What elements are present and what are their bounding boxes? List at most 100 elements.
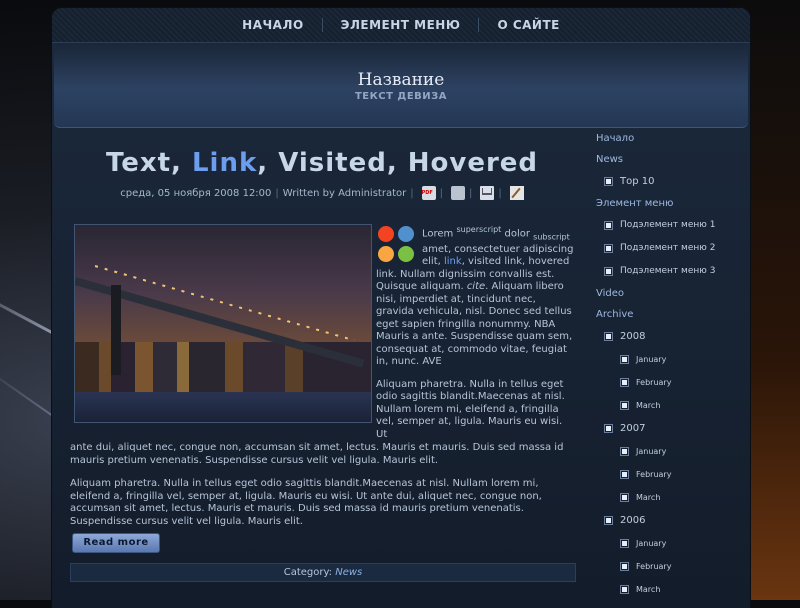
bullet-icon	[620, 585, 629, 594]
title-link[interactable]: Link	[192, 148, 257, 178]
title-text: Text,	[105, 148, 192, 178]
edit-icon[interactable]	[509, 186, 524, 200]
archive-month[interactable]: March	[596, 578, 746, 601]
meta-divider: |	[498, 187, 502, 199]
month-label: January	[636, 539, 667, 548]
intro-text: Lorem	[422, 228, 457, 240]
sidebar-item-sub2[interactable]: Подэлемент меню 2	[596, 237, 746, 260]
archive-month[interactable]: January	[596, 440, 746, 463]
title-text: , Visited, Hovered	[257, 148, 539, 178]
month-label: January	[636, 355, 667, 364]
nav-item-about[interactable]: О САЙТЕ	[479, 18, 577, 32]
intro-text: dolor	[501, 228, 534, 240]
meta-divider: |	[468, 187, 473, 199]
bridge-tower	[111, 285, 121, 375]
article-author: Written by Administrator	[282, 187, 407, 199]
pdf-icon[interactable]	[421, 186, 436, 200]
sidebar-item-news[interactable]: News	[596, 149, 746, 170]
bullet-icon	[620, 378, 629, 387]
bridge-lights	[94, 265, 355, 342]
year-label: 2008	[620, 331, 646, 342]
bullet-icon	[620, 493, 629, 502]
email-icon[interactable]	[480, 186, 495, 200]
bullet-icon	[604, 177, 613, 186]
archive-month[interactable]: February	[596, 555, 746, 578]
site-motto: ТЕКСТ ДЕВИЗА	[354, 91, 448, 102]
article-title: Text, Link, Visited, Hovered	[70, 148, 574, 178]
article-image-bridge	[74, 224, 372, 423]
archive-month[interactable]: March	[596, 486, 746, 509]
sidebar-item-sub1[interactable]: Подэлемент меню 1	[596, 214, 746, 237]
sidebar-item-label: Тоp 10	[620, 176, 655, 187]
bullet-icon	[604, 244, 613, 253]
bullet-icon	[620, 355, 629, 364]
category-link[interactable]: News	[335, 567, 362, 578]
archive-year-2006[interactable]: 2006	[596, 509, 746, 532]
sidebar-item-label: Подэлемент меню 3	[620, 266, 716, 276]
month-label: March	[636, 585, 661, 594]
month-label: February	[636, 378, 672, 387]
site-title[interactable]: Название	[54, 70, 748, 90]
archive-year-2007[interactable]: 2007	[596, 417, 746, 440]
month-label: January	[636, 447, 667, 456]
paragraph-2-right: Aliquam pharetra. Nulla in tellus eget o…	[376, 378, 565, 440]
month-label: February	[636, 470, 672, 479]
year-label: 2006	[620, 515, 646, 526]
paragraph-2-continued: ante dui, aliquet nec, congue non, accum…	[70, 442, 564, 466]
bullet-icon	[604, 516, 613, 525]
joomla-logo-icon	[376, 224, 416, 264]
month-label: March	[636, 401, 661, 410]
archive-month[interactable]: January	[596, 532, 746, 555]
bullet-icon	[604, 221, 613, 230]
archive-month[interactable]: February	[596, 371, 746, 394]
meta-divider: |	[275, 187, 279, 199]
sidebar-item-label: Подэлемент меню 1	[620, 220, 716, 230]
meta-divider: |	[410, 187, 414, 199]
bullet-icon	[620, 447, 629, 456]
intro-text: . Aliquam libero nisi, imperdiet at, tin…	[376, 281, 573, 368]
read-more-button[interactable]: Read more	[72, 533, 160, 553]
site-header: Название ТЕКСТ ДЕВИЗА	[54, 43, 748, 128]
sidebar-item-menu-element[interactable]: Элемент меню	[596, 193, 746, 214]
print-icon[interactable]	[450, 186, 465, 200]
bullet-icon	[620, 401, 629, 410]
bullet-icon	[620, 539, 629, 548]
sidebar-item-video[interactable]: Video	[596, 283, 746, 304]
meta-divider: |	[439, 187, 443, 199]
nav-item-home[interactable]: НАЧАЛО	[224, 18, 323, 32]
archive-month[interactable]: March	[596, 394, 746, 417]
cite-text: cite	[466, 281, 486, 293]
year-label: 2007	[620, 423, 646, 434]
page-frame: НАЧАЛО ЭЛЕМЕНТ МЕНЮ О САЙТЕ Название ТЕК…	[52, 8, 750, 608]
bullet-icon	[620, 562, 629, 571]
sidebar-item-archive[interactable]: Archive	[596, 304, 746, 325]
superscript-text: superscript	[456, 225, 502, 234]
archive-month[interactable]: January	[596, 348, 746, 371]
sidebar-item-top10[interactable]: Тоp 10	[596, 170, 746, 193]
paragraph-3: Aliquam pharetra. Nulla in tellus eget o…	[70, 478, 542, 527]
bullet-icon	[604, 424, 613, 433]
bullet-icon	[620, 470, 629, 479]
sidebar-item-label: Подэлемент меню 2	[620, 243, 716, 253]
archive-year-2008[interactable]: 2008	[596, 325, 746, 348]
month-label: February	[636, 562, 672, 571]
main-content: Text, Link, Visited, Hovered среда, 05 н…	[70, 148, 576, 582]
top-navigation: НАЧАЛО ЭЛЕМЕНТ МЕНЮ О САЙТЕ	[52, 8, 750, 43]
sidebar-item-home[interactable]: Начало	[596, 128, 746, 149]
month-label: March	[636, 493, 661, 502]
article-intro: Lorem superscript dolor subscript amet, …	[376, 224, 574, 441]
bullet-icon	[604, 267, 613, 276]
bullet-icon	[604, 332, 613, 341]
sidebar-menu: Начало News Тоp 10 Элемент меню Подэлеме…	[596, 128, 746, 601]
article-date: среда, 05 ноября 2008 12:00	[120, 187, 272, 199]
article-body: ante dui, aliquet nec, congue non, accum…	[70, 442, 574, 539]
inline-link[interactable]: link	[444, 256, 462, 267]
category-bar: Category: News	[70, 563, 576, 582]
river-water	[75, 392, 371, 422]
archive-month[interactable]: February	[596, 463, 746, 486]
sidebar-item-sub3[interactable]: Подэлемент меню 3	[596, 260, 746, 283]
subscript-text: subscript	[533, 232, 570, 242]
category-label: Category:	[283, 567, 336, 578]
nav-item-menu-element[interactable]: ЭЛЕМЕНТ МЕНЮ	[323, 18, 480, 32]
article-meta: среда, 05 ноября 2008 12:00 | Written by…	[70, 186, 574, 200]
